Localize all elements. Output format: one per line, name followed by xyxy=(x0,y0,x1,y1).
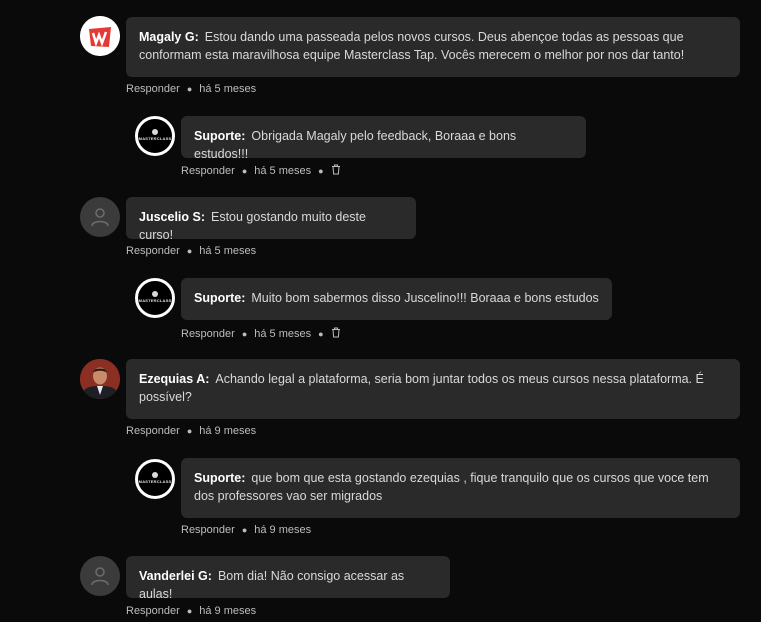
comment-text: Muito bom sabermos disso Juscelino!!! Bo… xyxy=(251,291,599,305)
separator-dot: ● xyxy=(186,246,193,256)
comment-bubble: Suporte: Muito bom sabermos disso Jusceli… xyxy=(181,278,612,320)
comment-author: Suporte: xyxy=(194,471,246,485)
comment-author: Juscelio S: xyxy=(139,210,205,224)
masterclass-logo-avatar: MASTERCLASS xyxy=(135,116,175,156)
comment-meta: Responder ● há 9 meses xyxy=(126,605,256,617)
user-photo-avatar xyxy=(80,359,120,399)
separator-dot: ● xyxy=(241,329,248,339)
user-avatar xyxy=(80,197,120,237)
separator-dot: ● xyxy=(318,329,324,339)
masterclass-logo-icon: MASTERCLASS xyxy=(138,129,172,141)
timestamp: há 9 meses xyxy=(254,524,312,536)
masterclass-logo-avatar: MASTERCLASS xyxy=(135,459,175,499)
comment-meta: Responder ● há 5 meses ● xyxy=(181,164,341,178)
masterclass-logo-avatar: MASTERCLASS xyxy=(135,278,175,318)
reply-button[interactable]: Responder xyxy=(126,245,180,257)
comment-author: Vanderlei G: xyxy=(139,569,212,583)
reply-button[interactable]: Responder xyxy=(126,605,180,617)
masterclass-logo-text: MASTERCLASS xyxy=(138,136,172,141)
comment-text: que bom que esta gostando ezequias , fiq… xyxy=(194,471,709,503)
comment-author: Ezequias A: xyxy=(139,372,210,386)
separator-dot: ● xyxy=(186,426,193,436)
comment-meta: Responder ● há 9 meses xyxy=(181,524,311,536)
comment-author: Magaly G: xyxy=(139,30,199,44)
comment-bubble: Juscelio S: Estou gostando muito deste cu… xyxy=(126,197,416,242)
comment-bubble: Suporte: Obrigada Magaly pelo feedback, B… xyxy=(181,116,586,161)
brand-logo-icon xyxy=(80,16,120,56)
masterclass-logo-icon: MASTERCLASS xyxy=(138,472,172,484)
timestamp: há 9 meses xyxy=(199,425,257,437)
comment-bubble: Magaly G: Estou dando uma passeada pelos … xyxy=(126,17,740,77)
reply-button[interactable]: Responder xyxy=(181,524,235,536)
comment-text: Achando legal a plataforma, seria bom ju… xyxy=(139,372,704,404)
reply-button[interactable]: Responder xyxy=(181,165,235,177)
comment-author: Suporte: xyxy=(194,129,246,143)
separator-dot: ● xyxy=(318,166,324,176)
reply-button[interactable]: Responder xyxy=(181,328,235,340)
user-icon xyxy=(91,567,109,586)
timestamp: há 9 meses xyxy=(199,605,257,617)
reply-button[interactable]: Responder xyxy=(126,83,180,95)
reply-button[interactable]: Responder xyxy=(126,425,180,437)
trash-icon[interactable] xyxy=(331,164,341,178)
timestamp: há 5 meses xyxy=(254,328,312,340)
comment-meta: Responder ● há 5 meses xyxy=(126,83,256,95)
comment-bubble: Ezequias A: Achando legal a plataforma, s… xyxy=(126,359,740,419)
comment-bubble: Vanderlei G: Bom dia! Não consigo acessar… xyxy=(126,556,450,601)
separator-dot: ● xyxy=(241,525,248,535)
comment-bubble: Suporte: que bom que esta gostando ezequi… xyxy=(181,458,740,518)
masterclass-logo-text: MASTERCLASS xyxy=(138,298,172,303)
trash-icon[interactable] xyxy=(331,327,341,341)
user-photo-icon xyxy=(80,359,120,399)
comment-text: Estou dando uma passeada pelos novos cur… xyxy=(139,30,685,62)
brand-logo-avatar xyxy=(80,16,120,56)
timestamp: há 5 meses xyxy=(199,83,257,95)
comment-meta: Responder ● há 5 meses ● xyxy=(181,327,341,341)
user-icon xyxy=(91,208,109,227)
comment-meta: Responder ● há 5 meses xyxy=(126,245,256,257)
user-avatar xyxy=(80,556,120,596)
timestamp: há 5 meses xyxy=(254,165,312,177)
timestamp: há 5 meses xyxy=(199,245,257,257)
comment-author: Suporte: xyxy=(194,291,246,305)
separator-dot: ● xyxy=(241,166,248,176)
masterclass-logo-icon: MASTERCLASS xyxy=(138,291,172,303)
comment-meta: Responder ● há 9 meses xyxy=(126,425,256,437)
masterclass-logo-text: MASTERCLASS xyxy=(138,479,172,484)
separator-dot: ● xyxy=(186,84,193,94)
separator-dot: ● xyxy=(186,606,193,616)
